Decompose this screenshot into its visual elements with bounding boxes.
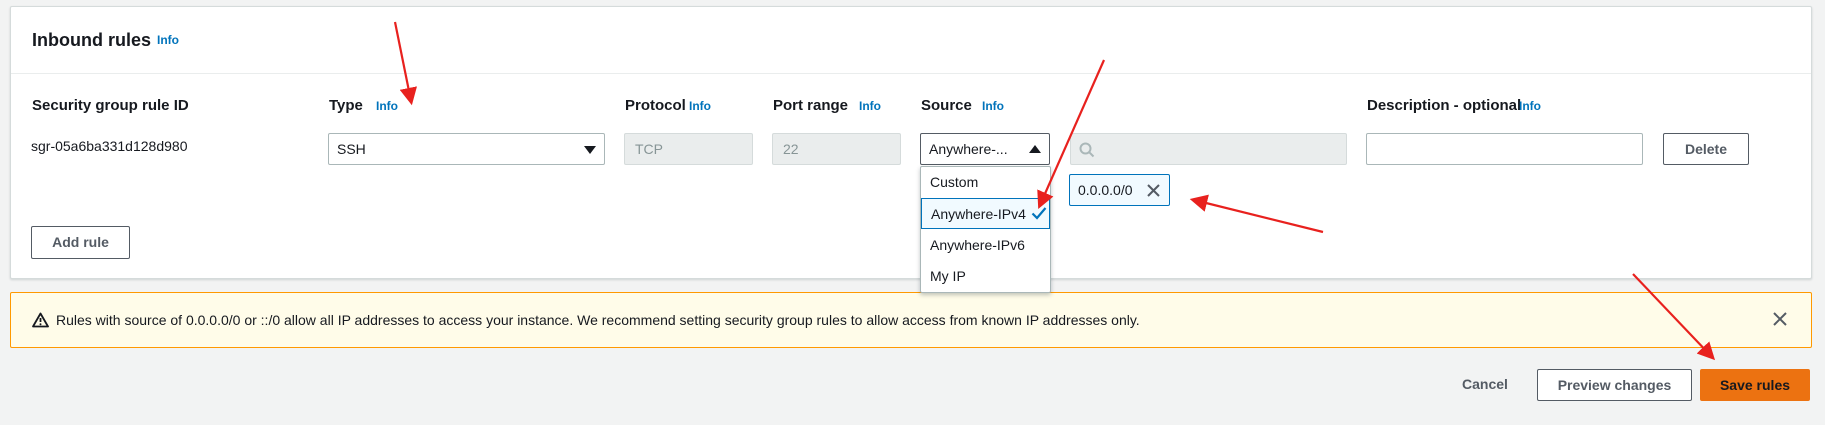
protocol-value: TCP — [635, 141, 663, 157]
col-label-port-range: Port range — [773, 97, 849, 114]
type-select[interactable]: SSH — [328, 133, 605, 165]
source-option-anywhere-ipv4[interactable]: Anywhere-IPv4 — [921, 198, 1050, 229]
protocol-field: TCP — [624, 133, 753, 165]
port-range-value: 22 — [783, 141, 799, 157]
port-range-field: 22 — [772, 133, 901, 165]
source-option-label: Anywhere-IPv6 — [930, 237, 1025, 253]
close-icon[interactable] — [1146, 183, 1161, 198]
search-icon — [1079, 142, 1095, 158]
port-range-info-link[interactable]: Info — [859, 99, 881, 113]
panel-title: Inbound rules — [32, 30, 151, 50]
col-label-rule-id: Security group rule ID — [32, 97, 189, 114]
source-option-label: Anywhere-IPv4 — [931, 206, 1026, 222]
close-icon[interactable] — [1772, 311, 1788, 327]
description-input[interactable] — [1366, 133, 1643, 165]
source-info-link[interactable]: Info — [982, 99, 1004, 113]
cidr-token-value: 0.0.0.0/0 — [1078, 182, 1133, 198]
col-label-description: Description - optional — [1367, 97, 1522, 114]
source-option-custom[interactable]: Custom — [921, 167, 1050, 198]
check-icon — [1031, 207, 1047, 220]
cidr-search-input[interactable] — [1070, 133, 1347, 165]
type-select-value: SSH — [337, 141, 366, 157]
add-rule-button[interactable]: Add rule — [31, 226, 130, 259]
warning-text: Rules with source of 0.0.0.0/0 or ::/0 a… — [56, 312, 1140, 328]
title-info-link[interactable]: Info — [157, 33, 179, 47]
warning-alert: Rules with source of 0.0.0.0/0 or ::/0 a… — [10, 292, 1812, 348]
type-info-link[interactable]: Info — [376, 99, 398, 113]
source-option-my-ip[interactable]: My IP — [921, 261, 1050, 292]
source-select-value: Anywhere-... — [929, 141, 1008, 157]
source-select[interactable]: Anywhere-... — [920, 133, 1050, 165]
security-group-editor: Inbound rules Info Security group rule I… — [0, 0, 1825, 425]
col-label-protocol: Protocol — [625, 97, 686, 114]
source-option-label: Custom — [930, 174, 979, 190]
delete-button[interactable]: Delete — [1663, 133, 1749, 165]
rule-id-value: sgr-05a6ba331d128d980 — [31, 138, 188, 154]
source-option-label: My IP — [930, 268, 966, 284]
chevron-up-icon — [1029, 145, 1041, 153]
col-label-type: Type — [329, 97, 363, 114]
cidr-token: 0.0.0.0/0 — [1069, 174, 1170, 206]
cancel-button[interactable]: Cancel — [1445, 368, 1525, 400]
warning-icon — [32, 312, 49, 328]
source-dropdown-menu: Custom Anywhere-IPv4 Anywhere-IPv6 My IP — [920, 166, 1051, 293]
protocol-info-link[interactable]: Info — [689, 99, 711, 113]
source-option-anywhere-ipv6[interactable]: Anywhere-IPv6 — [921, 230, 1050, 261]
description-info-link[interactable]: Info — [1519, 99, 1541, 113]
panel-header: Inbound rules Info — [11, 7, 1811, 74]
col-label-source: Source — [921, 97, 972, 114]
preview-changes-button[interactable]: Preview changes — [1537, 369, 1692, 401]
save-rules-button[interactable]: Save rules — [1700, 369, 1810, 401]
chevron-down-icon — [584, 146, 596, 154]
